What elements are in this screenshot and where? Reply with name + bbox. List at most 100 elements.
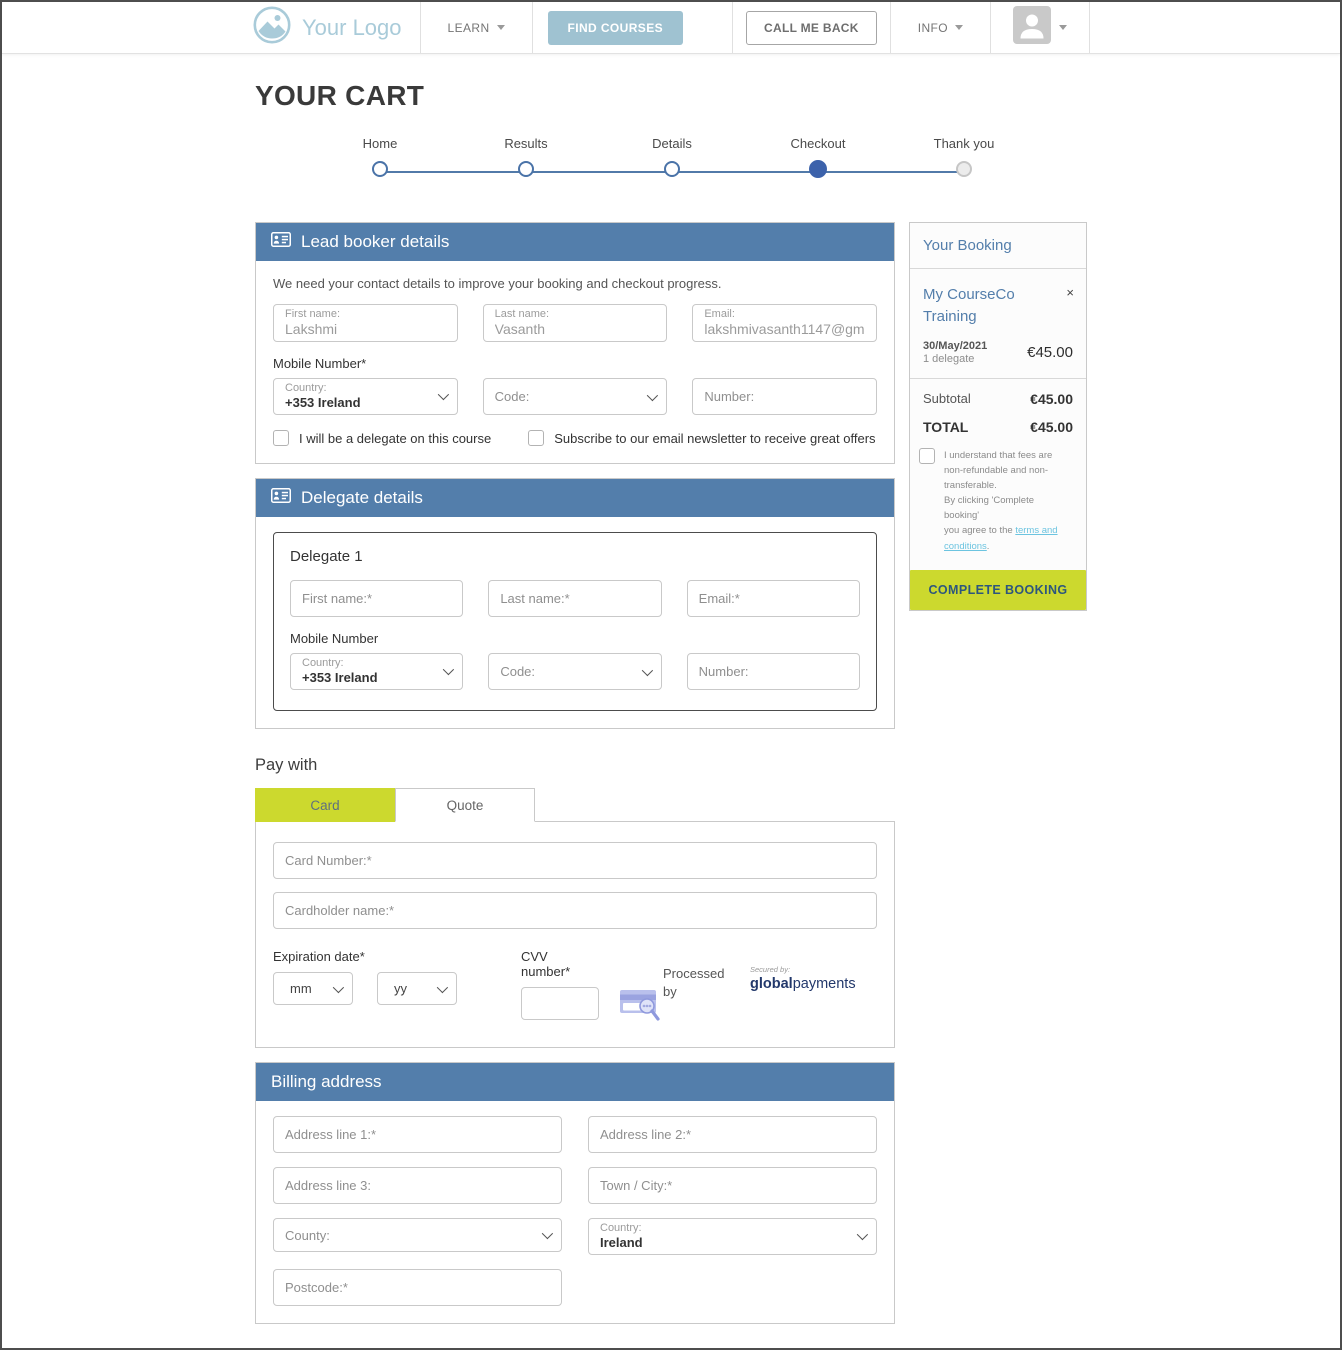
booking-item: My CourseCo Training × 30/May/2021 1 del…	[910, 269, 1086, 379]
step-circle-active[interactable]	[809, 160, 827, 178]
cvv-help-icon: ***	[619, 985, 663, 1028]
step-label: Checkout	[753, 136, 883, 151]
county-select[interactable]: County:	[273, 1218, 562, 1252]
newsletter-checkbox-row: Subscribe to our email newsletter to rec…	[528, 430, 875, 446]
subtotal-row: Subtotal €45.00	[910, 379, 1086, 407]
select-label: Country:	[302, 657, 378, 669]
newsletter-checkbox[interactable]	[528, 430, 544, 446]
address-line-3-input[interactable]	[273, 1167, 562, 1204]
select-label: Country:	[600, 1222, 643, 1234]
chevron-down-icon	[641, 664, 652, 675]
delegate-checkbox-row: I will be a delegate on this course	[273, 430, 491, 446]
step-results[interactable]: Results	[461, 136, 591, 177]
complete-booking-button[interactable]: COMPLETE BOOKING	[910, 570, 1086, 610]
logo[interactable]: Your Logo	[252, 2, 420, 53]
find-courses-button[interactable]: FIND COURSES	[548, 11, 683, 45]
lead-code-select[interactable]: Code:	[483, 378, 668, 415]
terms-line: By clicking 'Complete booking'	[944, 493, 1064, 523]
step-circle[interactable]	[664, 161, 680, 177]
lead-number-input[interactable]	[692, 378, 877, 415]
account-menu[interactable]	[991, 2, 1089, 53]
delegate-last-name-input[interactable]	[488, 580, 661, 617]
card-number-input[interactable]	[273, 842, 877, 879]
terms-line: I understand that fees are non-refundabl…	[944, 448, 1064, 494]
cvv-input[interactable]	[521, 987, 599, 1020]
avatar	[1013, 6, 1051, 49]
course-name: My CourseCo Training	[923, 284, 1041, 328]
provider-name-bold: global	[750, 976, 793, 992]
total-value: €45.00	[1030, 419, 1073, 435]
section-title: Lead booker details	[301, 232, 449, 252]
field-label: Last name:	[495, 308, 656, 320]
step-home[interactable]: Home	[315, 136, 445, 177]
terms-checkbox[interactable]	[919, 448, 935, 464]
town-city-input[interactable]	[588, 1167, 877, 1204]
total-row: TOTAL €45.00	[910, 407, 1086, 435]
provider-name-rest: payments	[793, 976, 856, 992]
card-payment-panel: Expiration date* mm yy	[255, 821, 895, 1048]
address-line-2-input[interactable]	[588, 1116, 877, 1153]
total-label: TOTAL	[923, 419, 968, 435]
step-circle[interactable]	[518, 161, 534, 177]
chevron-down-icon	[1059, 25, 1067, 30]
expiry-month-select[interactable]: mm	[273, 972, 353, 1005]
lead-country-select[interactable]: Country: +353 Ireland	[273, 378, 458, 415]
nav-info-menu[interactable]: INFO	[891, 2, 990, 53]
step-checkout[interactable]: Checkout	[753, 136, 883, 178]
lead-last-name-field: Last name: Vasanth	[483, 304, 668, 342]
delegate-first-name-input[interactable]	[290, 580, 463, 617]
globalpayments-logo: Secured by: globalpayments	[750, 965, 856, 1020]
select-value: Ireland	[600, 1235, 643, 1250]
delegate-details-section: Delegate details Delegate 1 Mobile Numbe…	[255, 478, 895, 729]
billing-country-select[interactable]: Country: Ireland	[588, 1218, 877, 1255]
select-label: Country:	[285, 382, 361, 394]
chevron-down-icon	[647, 389, 658, 400]
expiration-group: Expiration date* mm yy	[273, 949, 457, 1020]
tab-card[interactable]: Card	[255, 788, 395, 822]
address-line-1-input[interactable]	[273, 1116, 562, 1153]
chevron-down-icon	[955, 25, 963, 30]
delegate-1-card: Delegate 1 Mobile Number Country:	[273, 532, 877, 711]
select-label: County:	[285, 1228, 330, 1243]
tab-quote[interactable]: Quote	[395, 788, 535, 822]
mobile-number-label: Mobile Number	[290, 631, 860, 646]
logo-text: Your Logo	[302, 15, 402, 41]
page: Your Logo LEARN FIND COURSES CALL ME BAC…	[0, 0, 1342, 1350]
field-label: Email:	[704, 308, 865, 320]
delegate-number-input[interactable]	[687, 653, 860, 690]
checkbox-label: I will be a delegate on this course	[299, 431, 491, 446]
svg-text:***: ***	[643, 1004, 652, 1011]
postcode-input[interactable]	[273, 1269, 562, 1306]
id-card-icon	[271, 488, 291, 508]
delegate-1-title: Delegate 1	[290, 548, 860, 565]
step-details[interactable]: Details	[607, 136, 737, 177]
pay-with-heading: Pay with	[255, 756, 895, 775]
chevron-down-icon	[437, 389, 448, 400]
expiry-year-select[interactable]: yy	[377, 972, 457, 1005]
lead-booker-description: We need your contact details to improve …	[273, 276, 877, 291]
select-value: mm	[290, 981, 312, 996]
field-value: Vasanth	[495, 321, 656, 337]
step-circle[interactable]	[372, 161, 388, 177]
processed-by-block: Processed by Secured by: globalpayments	[663, 965, 856, 1020]
select-value: yy	[394, 981, 407, 996]
i-will-be-delegate-checkbox[interactable]	[273, 430, 289, 446]
field-label: First name:	[285, 308, 446, 320]
delegate-country-select[interactable]: Country: +353 Ireland	[290, 653, 463, 690]
your-booking-title: Your Booking	[910, 223, 1086, 269]
delegate-email-input[interactable]	[687, 580, 860, 617]
lead-booker-section: Lead booker details We need your contact…	[255, 222, 895, 464]
lead-email-field: Email: lakshmivasanth1147@gma	[692, 304, 877, 342]
secured-by-label: Secured by:	[750, 965, 856, 974]
subtotal-label: Subtotal	[923, 391, 971, 406]
select-value: +353 Ireland	[285, 395, 361, 410]
remove-item-icon[interactable]: ×	[1066, 286, 1074, 299]
call-me-back-button[interactable]: CALL ME BACK	[746, 11, 877, 45]
delegate-code-select[interactable]: Code:	[488, 653, 661, 690]
cardholder-name-input[interactable]	[273, 892, 877, 929]
step-label: Results	[461, 136, 591, 151]
step-thank-you[interactable]: Thank you	[899, 136, 1029, 177]
step-circle[interactable]	[956, 161, 972, 177]
lead-first-name-field: First name: Lakshmi	[273, 304, 458, 342]
nav-learn-menu[interactable]: LEARN	[421, 2, 532, 53]
